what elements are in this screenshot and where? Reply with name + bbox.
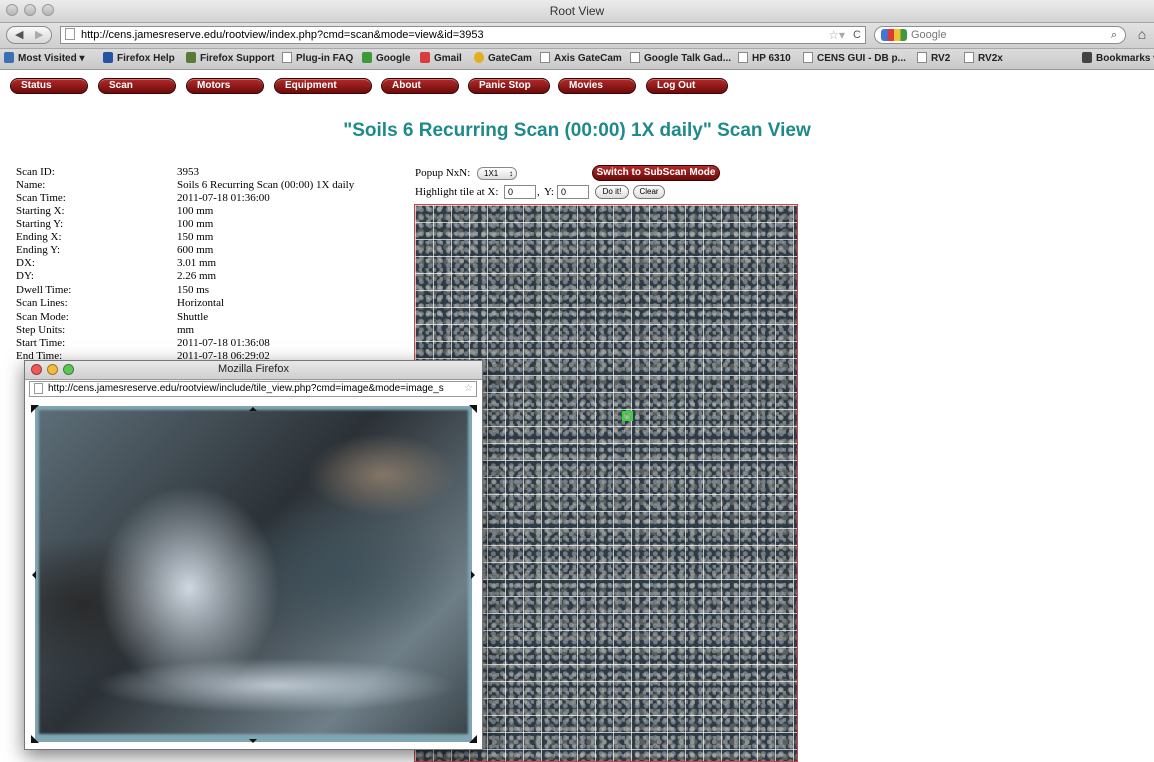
bookmark-icon xyxy=(4,52,14,63)
do-it-button[interactable]: Do it! xyxy=(595,185,629,199)
right-resize-handle[interactable] xyxy=(471,571,479,579)
bookmark-gatecam[interactable]: GateCam xyxy=(474,52,532,64)
bottom-resize-handle[interactable] xyxy=(249,739,257,747)
google-logo-icon[interactable] xyxy=(881,29,907,41)
bookmark-most-visited[interactable]: Most Visited ▾ xyxy=(4,52,85,64)
bookmark-hp-6310[interactable]: HP 6310 xyxy=(738,52,791,64)
tile-popup-window: Mozilla Firefox http://cens.jamesreserve… xyxy=(24,360,483,750)
bookmark-icon xyxy=(474,52,484,63)
top-resize-handle[interactable] xyxy=(249,403,257,411)
bookmark-icon xyxy=(362,52,372,63)
search-placeholder: Google xyxy=(911,29,947,41)
forward-arrow-icon[interactable]: ▶ xyxy=(35,28,43,41)
page-icon xyxy=(65,28,75,40)
bookmark-firefox-help[interactable]: Firefox Help xyxy=(103,52,175,64)
popup-address-bar[interactable]: http://cens.jamesreserve.edu/rootview/in… xyxy=(29,381,477,397)
bookmarks-icon xyxy=(1082,52,1092,63)
search-bar[interactable]: Google ⌕ xyxy=(874,26,1126,44)
bookmarks-toolbar: Most Visited ▾ Firefox Help Firefox Supp… xyxy=(0,49,1154,70)
nav-about-button[interactable]: About xyxy=(381,78,459,94)
bookmark-icon xyxy=(186,52,196,63)
bookmark-rv2x[interactable]: RV2x xyxy=(964,52,1003,64)
bookmark-cens-gui[interactable]: CENS GUI - DB p... xyxy=(803,52,906,64)
back-forward-buttons[interactable]: ◀ ▶ xyxy=(6,26,52,44)
nav-panic-stop-button[interactable]: Panic Stop xyxy=(468,78,550,94)
bookmark-google[interactable]: Google xyxy=(362,52,410,64)
highlight-y-input[interactable] xyxy=(557,185,589,199)
bookmark-firefox-support[interactable]: Firefox Support xyxy=(186,52,274,64)
popup-nxn-select[interactable]: 1X1 ↕ xyxy=(477,167,517,180)
page-title: "Soils 6 Recurring Scan (00:00) 1X daily… xyxy=(343,120,811,141)
corner-resize-handle[interactable] xyxy=(31,735,39,743)
page-icon xyxy=(630,52,640,63)
back-arrow-icon[interactable]: ◀ xyxy=(15,28,23,41)
nav-logout-button[interactable]: Log Out xyxy=(646,78,728,94)
switch-subscan-button[interactable]: Switch to SubScan Mode xyxy=(592,165,720,181)
tile-image-content xyxy=(39,410,468,734)
address-url: http://cens.jamesreserve.edu/rootview/in… xyxy=(81,29,484,41)
bookmark-google-talk[interactable]: Google Talk Gad... xyxy=(630,52,731,64)
bookmark-plugin-faq[interactable]: Plug-in FAQ xyxy=(282,52,353,64)
nav-scan-button[interactable]: Scan xyxy=(98,78,176,94)
bookmark-icon xyxy=(103,52,113,63)
page-icon xyxy=(738,52,748,63)
popup-url-text: http://cens.jamesreserve.edu/rootview/in… xyxy=(48,383,444,394)
corner-resize-handle[interactable] xyxy=(469,735,477,743)
left-resize-handle[interactable] xyxy=(28,571,36,579)
star-icon[interactable]: ☆ xyxy=(461,382,473,396)
page-icon xyxy=(917,52,927,63)
highlighted-tile[interactable] xyxy=(622,411,633,421)
navigation-toolbar: ◀ ▶ http://cens.jamesreserve.edu/rootvie… xyxy=(0,23,1154,49)
bookmark-rv2[interactable]: RV2 xyxy=(917,52,950,64)
comma-separator: , xyxy=(537,186,540,198)
page-icon xyxy=(540,52,550,63)
page-icon xyxy=(282,52,292,63)
bookmark-axis-gatecam[interactable]: Axis GateCam xyxy=(540,52,622,64)
nav-status-button[interactable]: Status xyxy=(10,78,88,94)
highlight-y-label: Y: xyxy=(544,186,554,198)
page-icon xyxy=(34,383,43,394)
page-icon xyxy=(964,52,974,63)
search-icon[interactable]: ⌕ xyxy=(1111,27,1117,43)
window-title: Root View xyxy=(549,4,605,18)
bookmark-gmail[interactable]: Gmail xyxy=(420,52,462,64)
star-icon[interactable]: ☆▾ xyxy=(828,27,845,43)
popup-titlebar: Mozilla Firefox xyxy=(25,361,482,380)
home-icon[interactable]: ⌂ xyxy=(1132,26,1152,44)
tile-image xyxy=(35,406,472,742)
popup-nxn-label: Popup NxN: xyxy=(415,167,471,179)
select-arrows-icon: ↕ xyxy=(509,169,513,178)
corner-resize-handle[interactable] xyxy=(469,405,477,413)
window-titlebar: Root View xyxy=(0,0,1154,23)
nav-movies-button[interactable]: Movies xyxy=(558,78,636,94)
highlight-tile-label: Highlight tile at X: xyxy=(415,186,499,198)
nav-motors-button[interactable]: Motors xyxy=(186,78,264,94)
gmail-icon xyxy=(420,52,430,63)
corner-resize-handle[interactable] xyxy=(31,405,39,413)
highlight-x-input[interactable] xyxy=(504,185,536,199)
page-icon xyxy=(803,52,813,63)
bookmarks-menu[interactable]: Bookmarks ▾ xyxy=(1082,52,1154,64)
nav-equipment-photos-button[interactable]: Equipment Photos xyxy=(274,78,372,105)
clear-button[interactable]: Clear xyxy=(633,185,665,199)
reload-icon[interactable]: C xyxy=(853,27,861,43)
popup-title: Mozilla Firefox xyxy=(218,363,289,375)
address-bar[interactable]: http://cens.jamesreserve.edu/rootview/in… xyxy=(60,26,866,44)
